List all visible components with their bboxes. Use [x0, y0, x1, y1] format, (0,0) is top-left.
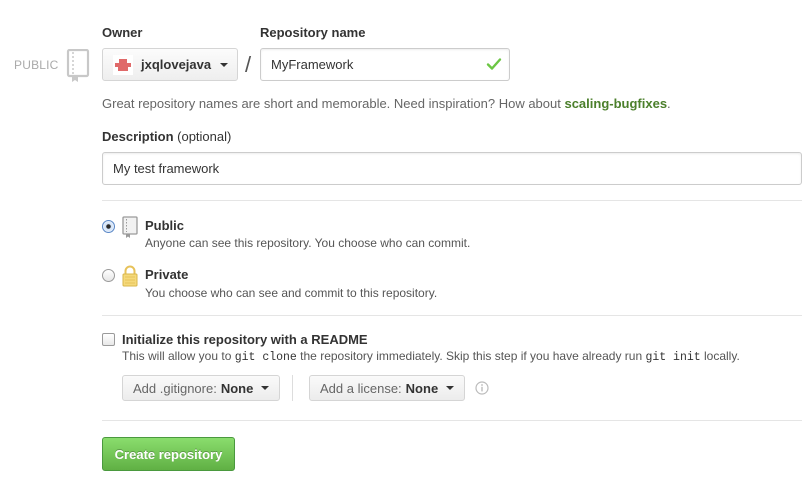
info-icon[interactable]	[475, 381, 489, 395]
owner-select-button[interactable]: jxqlovejava	[102, 48, 238, 81]
avatar	[113, 54, 133, 75]
create-repository-button[interactable]: Create repository	[102, 437, 235, 471]
private-option-title: Private	[145, 267, 189, 282]
chevron-down-icon	[261, 386, 270, 390]
lock-icon	[122, 265, 138, 287]
owner-name: jxqlovejava	[141, 57, 212, 72]
divider	[102, 315, 802, 316]
readme-description: This will allow you to git clone the rep…	[122, 349, 740, 364]
public-option-title: Public	[145, 218, 185, 233]
public-option-description: Anyone can see this repository. You choo…	[145, 236, 471, 250]
description-label: Description (optional)	[102, 129, 232, 144]
select-separator	[292, 375, 293, 401]
visibility-indicator-label: PUBLIC	[14, 58, 59, 72]
repo-book-icon	[66, 49, 90, 82]
repository-name-input[interactable]	[260, 48, 510, 81]
repository-name-hint: Great repository names are short and mem…	[102, 96, 671, 111]
divider	[102, 420, 802, 421]
owner-repo-separator: /	[245, 52, 252, 77]
divider	[102, 200, 802, 201]
chevron-down-icon	[220, 62, 229, 67]
gitignore-select-button[interactable]: Add .gitignore: None	[122, 375, 281, 401]
repo-book-icon	[122, 216, 138, 238]
description-input[interactable]	[102, 152, 802, 185]
check-icon	[486, 58, 502, 70]
readme-title: Initialize this repository with a README	[122, 332, 368, 347]
private-radio[interactable]	[102, 269, 115, 282]
public-radio[interactable]	[102, 220, 115, 233]
readme-checkbox[interactable]	[102, 333, 115, 346]
repository-name-label: Repository name	[260, 25, 366, 40]
name-suggestion-link[interactable]: scaling-bugfixes	[564, 96, 667, 111]
license-select-button[interactable]: Add a license: None	[309, 375, 466, 401]
private-option-description: You choose who can see and commit to thi…	[145, 286, 438, 300]
chevron-down-icon	[446, 386, 455, 390]
owner-label: Owner	[102, 25, 143, 40]
